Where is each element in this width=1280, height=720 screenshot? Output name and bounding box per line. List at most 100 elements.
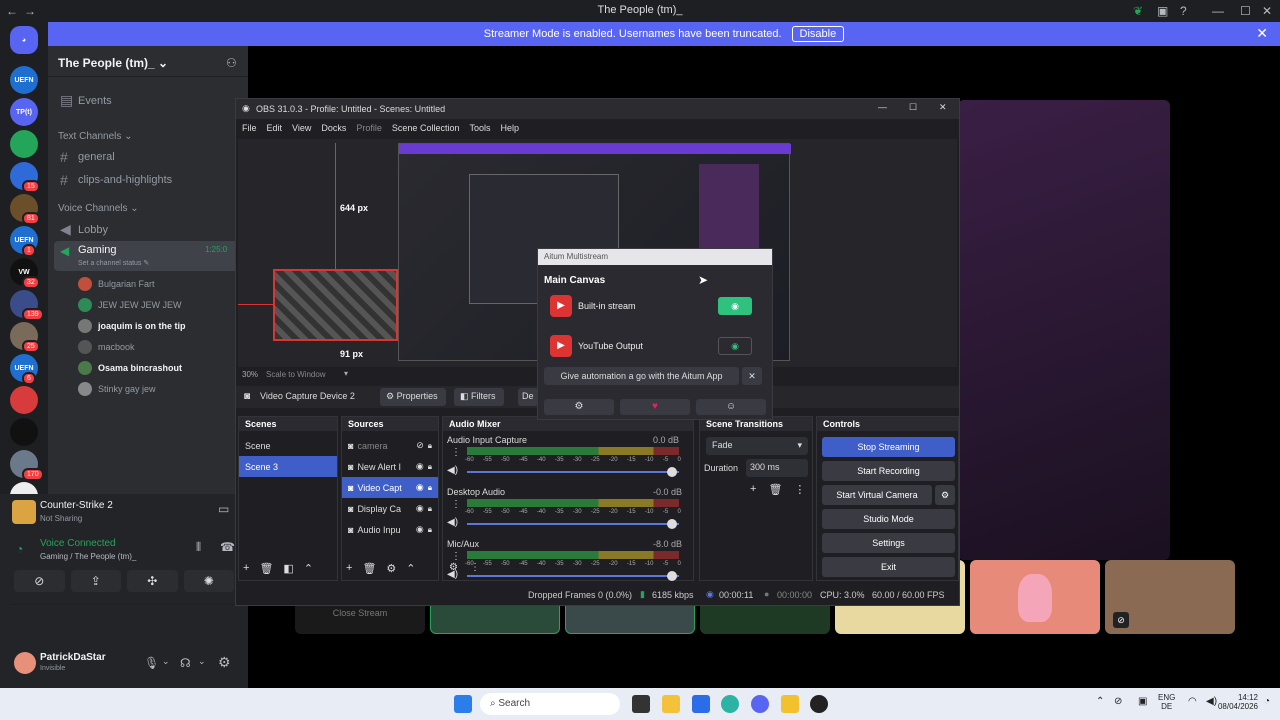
scene-item[interactable]: Scene <box>239 435 337 456</box>
search-box[interactable]: ⌕ Search <box>480 693 620 715</box>
stop-streaming-button[interactable]: Stop Streaming <box>822 437 955 457</box>
source-item[interactable]: ◙ Display Ca ◉ 🔒︎ <box>342 498 438 519</box>
add-friend-icon[interactable]: ⚇ <box>226 56 237 70</box>
visibility-eye-icon[interactable]: ◉ <box>416 482 424 493</box>
obs-menu-item[interactable]: Scene Collection <box>392 123 460 133</box>
close-stream-label[interactable]: Close Stream <box>295 608 425 618</box>
chevron-down-icon[interactable]: ▾ <box>344 369 348 378</box>
speaker-icon[interactable]: ◀) <box>447 517 458 528</box>
channel-clips[interactable]: # clips-and-highlights <box>60 172 172 188</box>
participant-tile[interactable] <box>970 560 1100 634</box>
add-icon[interactable]: + <box>243 562 249 575</box>
gear-icon[interactable]: ⚙ <box>218 654 231 671</box>
transition-select[interactable]: Fade ▾ <box>706 437 808 455</box>
volume-slider[interactable] <box>467 523 679 525</box>
more-icon[interactable]: ⋮ <box>451 447 461 458</box>
obs-menu-item[interactable]: File <box>242 123 257 133</box>
screen-share-icon[interactable]: ⇪ <box>70 570 121 592</box>
maximize-button[interactable]: ☐ <box>1240 3 1251 19</box>
obs-taskbar-icon[interactable] <box>810 695 828 713</box>
start-recording-button[interactable]: Start Recording <box>822 461 955 481</box>
promo-close-button[interactable]: ✕ <box>742 367 762 385</box>
add-icon[interactable]: + <box>750 483 756 496</box>
wifi-icon[interactable]: ◠ <box>1188 696 1197 707</box>
volume-knob[interactable] <box>667 467 677 477</box>
voice-status[interactable]: Voice Connected <box>40 538 116 549</box>
source-item[interactable]: ◙ Audio Inpu ◉ 🔒︎ <box>342 519 438 540</box>
windows-start-icon[interactable] <box>454 695 472 713</box>
deactivate-button[interactable]: De <box>518 388 538 406</box>
lock-icon[interactable]: 🔒︎ <box>428 441 432 451</box>
server-icon[interactable] <box>10 130 38 158</box>
voice-user[interactable]: Stinky gay jew <box>78 382 156 396</box>
close-button[interactable]: ✕ <box>1262 3 1272 19</box>
settings-button[interactable]: Settings <box>822 533 955 553</box>
gear-icon[interactable]: ⚙ <box>935 485 955 505</box>
studio-mode-button[interactable]: Studio Mode <box>822 509 955 529</box>
source-bounding-box[interactable] <box>273 269 398 341</box>
visibility-eye-icon[interactable]: ◉ <box>416 461 424 472</box>
more-icon[interactable]: ⋮ <box>451 551 461 562</box>
source-item[interactable]: ◙ Video Capt ◉ 🔒︎ <box>342 477 438 498</box>
voice-user[interactable]: joaquim is on the tip <box>78 319 186 333</box>
disable-button[interactable]: Disable <box>791 26 845 42</box>
volume-slider[interactable] <box>467 575 679 577</box>
voice-user[interactable]: macbook <box>78 340 135 354</box>
channel-lobby[interactable]: ◀ Lobby <box>60 221 108 238</box>
server-name[interactable]: The People (tm)_ ⌄ <box>58 56 168 70</box>
stream-preview[interactable] <box>958 100 1170 560</box>
aitum-settings-icon[interactable]: ⚙ <box>544 399 614 415</box>
more-icon[interactable]: ⋮ <box>451 499 461 510</box>
discord-home-icon[interactable]: ◕ <box>10 26 38 54</box>
edge-icon[interactable] <box>721 695 739 713</box>
builtin-stream-toggle[interactable]: ◉ <box>718 297 752 315</box>
filter-icon[interactable]: ◧ <box>283 562 293 575</box>
clock[interactable]: 14:12 08/04/2026 <box>1216 693 1258 711</box>
aitum-promo-button[interactable]: Give automation a go with the Aitum App <box>544 367 739 385</box>
add-icon[interactable]: + <box>346 562 352 575</box>
trash-icon[interactable]: 🗑︎ <box>768 483 782 496</box>
obs-menu-item[interactable]: View <box>292 123 311 133</box>
participant-tile[interactable]: ⊘ <box>1105 560 1235 634</box>
help-icon[interactable]: ? <box>1180 3 1187 19</box>
properties-button[interactable]: ⚙ Properties <box>380 388 446 406</box>
server-icon[interactable] <box>10 418 38 446</box>
zoom-level[interactable]: 30% <box>242 370 258 379</box>
channel-general[interactable]: # general <box>60 149 115 165</box>
trash-icon[interactable]: 🗑︎ <box>259 562 273 575</box>
speaker-icon[interactable]: ◀) <box>447 465 458 476</box>
server-icon[interactable]: TP(t) <box>10 98 38 126</box>
heart-icon[interactable]: ♥ <box>620 399 690 415</box>
noise-icon[interactable]: ⫴ <box>196 540 201 555</box>
more-icon[interactable]: ⋮ <box>794 483 805 496</box>
scale-mode[interactable]: Scale to Window <box>266 370 326 379</box>
store-icon[interactable] <box>692 695 710 713</box>
obs-menu-item[interactable]: Profile <box>356 123 382 133</box>
text-channels-category[interactable]: Text Channels ⌄ <box>58 131 133 142</box>
events-item[interactable]: ▤ Events <box>60 92 112 109</box>
headphones-icon[interactable]: ☊ <box>180 656 191 670</box>
chevron-up-icon[interactable]: ⌃ <box>406 562 415 575</box>
visibility-eye-icon[interactable]: ◉ <box>416 503 424 514</box>
scene-item-selected[interactable]: Scene 3 <box>239 456 337 477</box>
avatar[interactable] <box>14 652 36 674</box>
tray-app-icon[interactable]: ▣ <box>1138 696 1147 707</box>
disconnect-icon[interactable]: ☎ <box>220 540 235 554</box>
more-icon[interactable]: ⋮ <box>470 562 480 573</box>
obs-maximize-button[interactable]: ☐ <box>909 102 917 113</box>
camera-off-icon[interactable]: ⊘ <box>14 570 65 592</box>
obs-menu-item[interactable]: Edit <box>267 123 283 133</box>
soundboard-icon[interactable]: ✺ <box>183 570 234 592</box>
inbox-icon[interactable]: ▣ <box>1157 3 1168 19</box>
exit-button[interactable]: Exit <box>822 557 955 577</box>
channel-status-link[interactable]: Set a channel status ✎ <box>78 259 149 267</box>
voice-user[interactable]: Bulgarian Fart <box>78 277 155 291</box>
notification-icon[interactable]: ◔ <box>1264 696 1270 707</box>
voice-user[interactable]: JEW JEW JEW JEW <box>78 298 182 312</box>
lock-icon[interactable]: 🔒︎ <box>428 504 432 514</box>
minimize-button[interactable]: — <box>1212 3 1224 19</box>
lock-icon[interactable]: 🔒︎ <box>428 462 432 472</box>
task-view-icon[interactable] <box>632 695 650 713</box>
server-icon[interactable]: UEFN <box>10 66 38 94</box>
source-item[interactable]: ◙ New Alert I ◉ 🔒︎ <box>342 456 438 477</box>
